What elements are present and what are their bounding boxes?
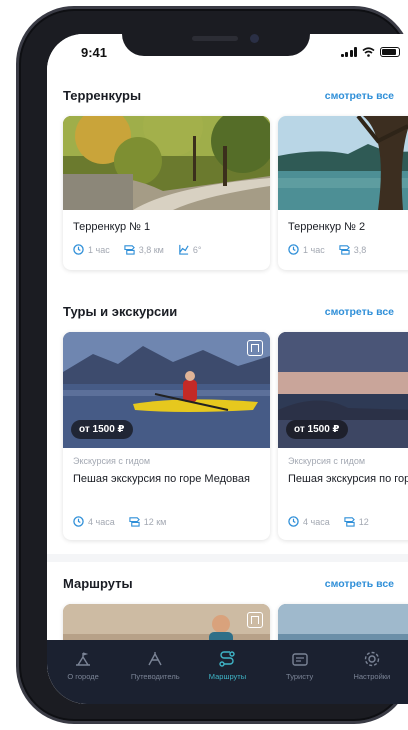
phone-notch [122,24,310,56]
battery-icon [380,47,400,57]
section-tours: Туры и экскурсии смотреть все от 1500 ₽ [47,290,408,554]
distance-icon [344,517,355,527]
signal-icon [340,47,357,57]
distance-text: 12 км [143,516,167,527]
app-screen: 9:41 Терренкуры смотреть все Терренкур №… [47,34,408,704]
clock-icon [288,244,299,255]
tab-label: Настройки [353,672,391,681]
see-all-link[interactable]: смотреть все [325,90,394,102]
status-icons [340,47,400,57]
tab-routes[interactable]: Маршруты [195,650,259,681]
see-all-link[interactable]: смотреть все [325,578,394,590]
tab-settings[interactable]: Настройки [340,650,404,681]
section-title: Маршруты [63,576,133,591]
city-icon [76,652,91,666]
bookmark-icon[interactable] [247,340,263,356]
distance-icon [129,517,140,527]
section-title: Терренкуры [63,88,142,103]
clock-icon [288,516,299,527]
duration-text: 1 час [303,244,325,255]
elevation-icon [179,244,189,255]
elevation-text: 6° [192,244,202,255]
card-title: Терренкур № 1 [73,221,151,233]
wifi-icon [362,47,375,57]
price-badge: от 1500 ₽ [286,420,348,439]
distance-text: 12 [358,516,369,527]
price-badge: от 1500 ₽ [71,420,133,439]
clock-icon [73,516,84,527]
tour-card-2[interactable]: от 1500 ₽ Экскурсия с гидом Пешая экскур… [278,332,408,540]
clock-icon [73,244,84,255]
bookmark-icon[interactable] [247,612,263,628]
card-category: Экскурсия с гидом [73,456,151,466]
duration-text: 1 час [88,244,110,255]
routes-icon [219,651,236,667]
duration-text: 4 часа [88,516,115,527]
tab-label: О городе [67,672,99,681]
card-category: Экскурсия с гидом [288,456,366,466]
phone-mockup: 9:41 Терренкуры смотреть все Терренкур №… [0,0,408,730]
distance-text: 3,8 км [138,244,164,255]
distance-icon [339,245,350,255]
card-title: Терренкур № 2 [288,221,366,233]
trail-image [278,116,408,210]
tour-card-1[interactable]: от 1500 ₽ Экскурсия с гидом Пешая экскур… [63,332,270,540]
tab-about-city[interactable]: О городе [51,650,115,681]
bottom-tab-bar: О городе Путеводитель Маршруты Туристу Н… [47,640,408,704]
status-time: 9:41 [81,45,108,60]
tab-guide[interactable]: Путеводитель [123,650,187,681]
card-title: Пешая экскурсия по горе Медовая [73,473,250,485]
tab-label: Маршруты [208,672,247,681]
section-terrenkury: Терренкуры смотреть все Терренкур № 1 1 … [47,74,408,314]
trail-card-1[interactable]: Терренкур № 1 1 час 3,8 км 6° [63,116,270,270]
tab-tourist[interactable]: Туристу [268,650,332,681]
distance-text: 3,8 [353,244,367,255]
distance-icon [124,245,135,255]
tourist-icon [291,653,308,666]
tab-label: Туристу [286,672,314,681]
section-title: Туры и экскурсии [63,304,178,319]
card-title: Пешая экскурсия по горе Медовая [288,473,408,485]
duration-text: 4 часа [303,516,330,527]
settings-icon [364,651,380,667]
trail-image [63,116,270,210]
see-all-link[interactable]: смотреть все [325,306,394,318]
tab-label: Путеводитель [130,672,180,681]
trail-card-2[interactable]: Терренкур № 2 1 час 3,8 [278,116,408,270]
guide-icon [148,652,162,666]
